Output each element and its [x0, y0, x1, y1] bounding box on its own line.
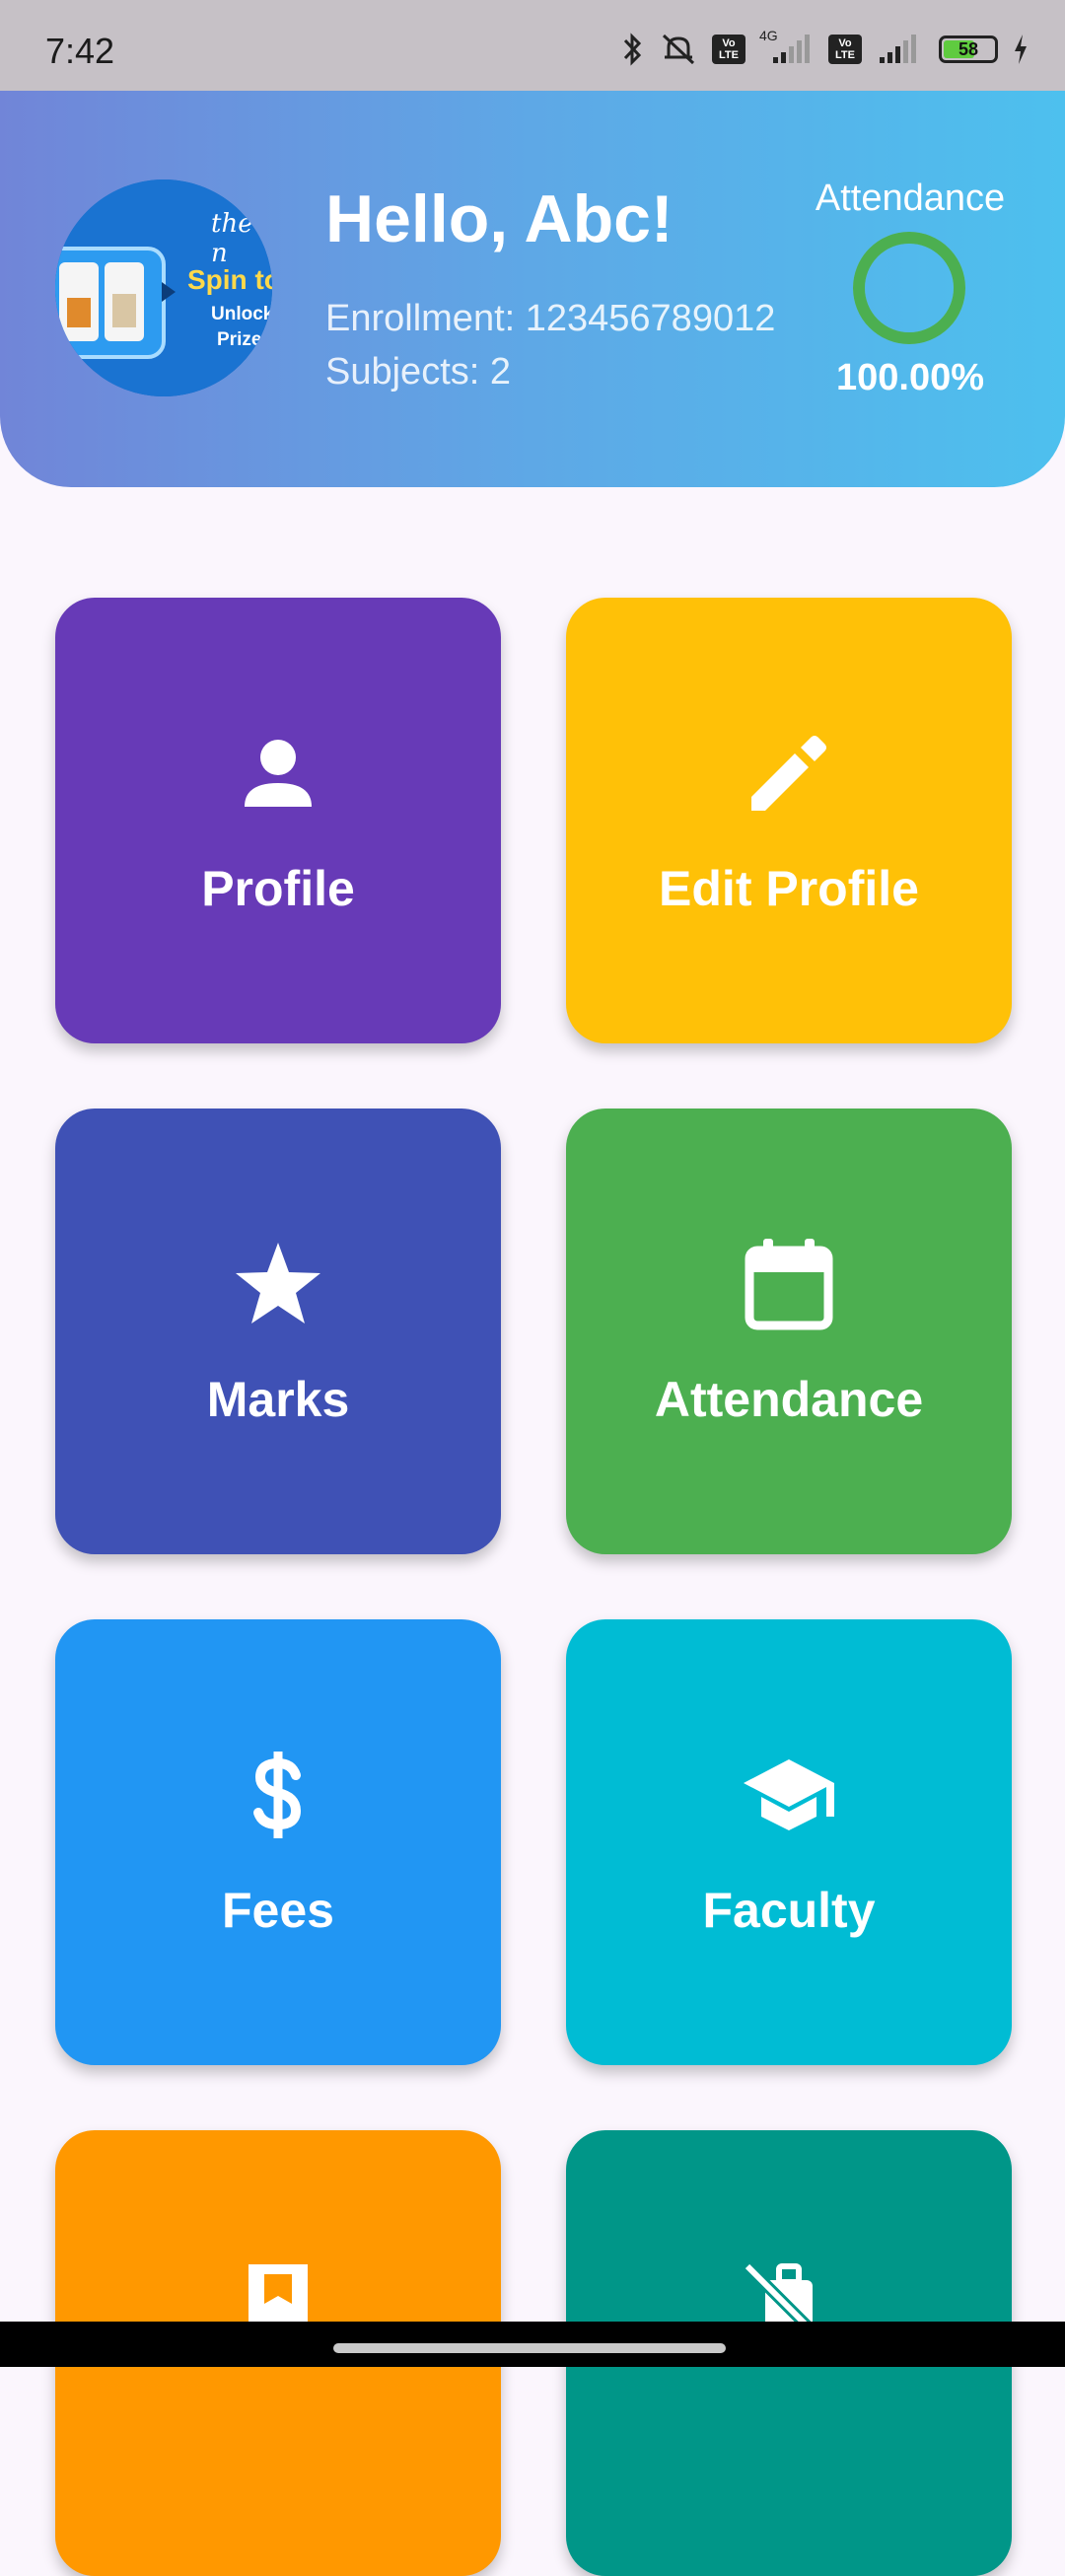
enrollment-number: Enrollment: 123456789012	[325, 298, 776, 339]
faculty-tile-label: Faculty	[702, 1883, 876, 1938]
profile-tile[interactable]: Profile	[55, 598, 501, 1043]
marks-tile-label: Marks	[206, 1372, 350, 1427]
subject-count: Subjects: 2	[325, 351, 511, 393]
avatar-text-1: the n	[211, 209, 253, 268]
attendance-ring	[853, 232, 965, 344]
volte-label-2: Vo LTE	[835, 37, 855, 61]
edit-profile-tile[interactable]: Edit Profile	[566, 598, 1012, 1043]
calendar-icon	[566, 1237, 1012, 1331]
status-icons: Vo LTE 4G Vo LTE 58	[619, 28, 1030, 69]
avatar-text-4: Prize	[217, 329, 262, 350]
edit-profile-tile-label: Edit Profile	[659, 861, 919, 916]
avatar-text-3: Unlock	[211, 304, 272, 324]
mute-bell-icon	[659, 32, 698, 67]
bluetooth-icon	[619, 32, 645, 67]
battery-level: 58	[958, 39, 979, 59]
profile-header: the n Spin to Unlock Prize Hello, Abc! E…	[0, 91, 1065, 487]
attendance-title: Attendance	[815, 178, 1006, 219]
signal-icon	[876, 32, 925, 67]
faculty-tile[interactable]: Faculty	[566, 1619, 1012, 2065]
volte-label: Vo LTE	[719, 37, 739, 61]
battery-icon: 58	[939, 36, 998, 63]
school-icon	[566, 1748, 1012, 1842]
battery-indicator: 58	[939, 36, 998, 63]
avatar-text-2: Spin to	[187, 264, 272, 295]
volte-badge: Vo LTE	[712, 35, 746, 64]
edit-pencil-icon	[566, 726, 1012, 821]
charging-icon	[1012, 33, 1030, 66]
status-bar: 7:42 Vo LTE 4G Vo LTE 58	[0, 0, 1065, 91]
status-time: 7:42	[45, 31, 115, 71]
attendance-tile[interactable]: Attendance	[566, 1109, 1012, 1554]
avatar[interactable]: the n Spin to Unlock Prize	[55, 179, 272, 396]
attendance-percent: 100.00%	[835, 357, 984, 398]
navigation-bar	[0, 2322, 1065, 2367]
signal-4g-icon: 4G	[759, 28, 815, 67]
person-icon	[55, 726, 501, 821]
attendance-progress-arc	[853, 232, 965, 344]
network-label: 4G	[759, 28, 778, 43]
fees-tile[interactable]: Fees	[55, 1619, 501, 2065]
greeting: Hello, Abc!	[325, 181, 674, 256]
profile-tile-label: Profile	[201, 861, 355, 916]
home-gesture-handle[interactable]	[333, 2343, 726, 2353]
fees-tile-label: Fees	[222, 1883, 334, 1938]
star-icon	[55, 1237, 501, 1331]
attendance-tile-label: Attendance	[654, 1372, 924, 1427]
volte-badge-2: Vo LTE	[828, 35, 862, 64]
marks-tile[interactable]: Marks	[55, 1109, 501, 1554]
dollar-icon	[55, 1748, 501, 1842]
